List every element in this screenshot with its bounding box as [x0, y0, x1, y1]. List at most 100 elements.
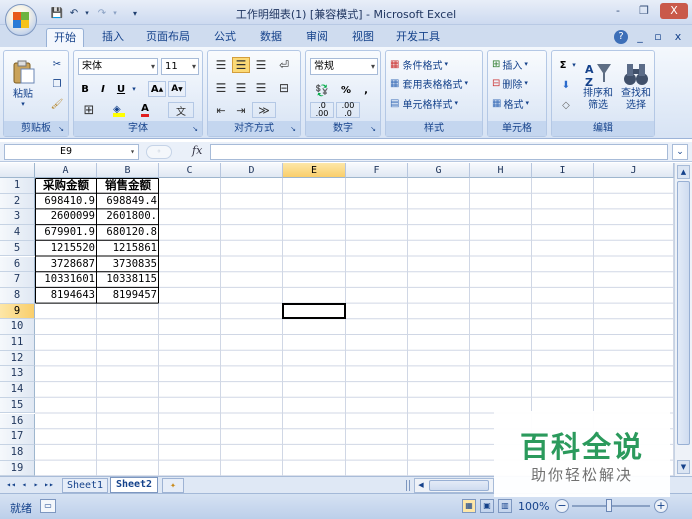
font-size-combo[interactable]: 11 ▾: [161, 58, 199, 75]
number-launcher-icon[interactable]: ↘: [368, 124, 378, 134]
row-header-16[interactable]: 16: [0, 413, 35, 430]
column-header-d[interactable]: D: [221, 163, 283, 178]
column-header-c[interactable]: C: [159, 163, 221, 178]
column-header-j[interactable]: J: [594, 163, 674, 178]
close-button[interactable]: X: [660, 3, 688, 19]
copy-icon[interactable]: ❐: [48, 76, 66, 92]
row-header-17[interactable]: 17: [0, 429, 35, 445]
page-break-view-icon[interactable]: ▥: [498, 499, 512, 513]
sheet-tab-sheet1[interactable]: Sheet1: [62, 478, 108, 493]
data-cell[interactable]: 698410.9: [35, 194, 97, 210]
data-cell[interactable]: 10331601: [35, 272, 97, 288]
decrease-decimal-button[interactable]: .00 .0: [336, 102, 360, 118]
row-header-4[interactable]: 4: [0, 225, 35, 241]
office-button[interactable]: [5, 4, 37, 36]
row-header-10[interactable]: 10: [0, 319, 35, 335]
currency-icon[interactable]: 💱: [310, 82, 334, 98]
format-as-table-button[interactable]: ▦ 套用表格格式 ▾: [390, 75, 486, 91]
column-header-i[interactable]: I: [532, 163, 594, 178]
sort-filter-button[interactable]: AZ 排序和 筛选: [580, 55, 616, 117]
merge-center-icon[interactable]: ⊟: [274, 80, 294, 96]
tab-formulas[interactable]: 公式: [208, 28, 242, 47]
page-layout-view-icon[interactable]: ▣: [480, 499, 494, 513]
row-header-2[interactable]: 2: [0, 193, 35, 210]
percent-button[interactable]: %: [338, 82, 354, 98]
data-cell[interactable]: 2601800.: [97, 209, 159, 225]
row-header-19[interactable]: 19: [0, 460, 35, 476]
tab-developer[interactable]: 开发工具: [390, 28, 446, 47]
next-sheet-icon[interactable]: ▸: [30, 478, 42, 493]
data-cell[interactable]: 8194643: [35, 288, 97, 304]
italic-button[interactable]: I: [96, 81, 110, 97]
column-header-b[interactable]: B: [97, 163, 159, 178]
cut-icon[interactable]: ✂: [48, 56, 66, 72]
row-header-5[interactable]: 5: [0, 240, 35, 257]
wrap-text-icon[interactable]: ⏎: [274, 57, 294, 73]
align-center-icon[interactable]: ☰: [232, 80, 250, 96]
tab-insert[interactable]: 插入: [94, 28, 132, 47]
conditional-format-button[interactable]: ▦ 条件格式 ▾: [390, 56, 480, 72]
tab-page-layout[interactable]: 页面布局: [140, 28, 196, 47]
data-cell[interactable]: 2600099: [35, 209, 97, 225]
data-cell[interactable]: 1215520: [35, 241, 97, 257]
prev-sheet-icon[interactable]: ◂: [18, 478, 30, 493]
zoom-level[interactable]: 100%: [518, 500, 549, 513]
first-sheet-icon[interactable]: ◂◂: [4, 478, 18, 493]
shrink-font-button[interactable]: A ▼: [168, 81, 186, 97]
row-header-11[interactable]: 11: [0, 335, 35, 351]
sheet-tab-sheet2[interactable]: Sheet2: [110, 477, 158, 493]
column-header-f[interactable]: F: [346, 163, 408, 178]
data-cell[interactable]: 10338115: [97, 272, 159, 288]
horizontal-scrollbar[interactable]: ◀: [414, 478, 494, 493]
autosum-dropdown-icon[interactable]: ▾: [570, 57, 578, 73]
row-header-6[interactable]: 6: [0, 256, 35, 273]
ribbon-close-button[interactable]: x: [672, 28, 684, 47]
orientation-icon[interactable]: ≫: [252, 102, 276, 118]
font-color-button[interactable]: A: [134, 102, 156, 118]
macro-record-icon[interactable]: ▭: [40, 499, 56, 513]
underline-dropdown-icon[interactable]: ▾: [130, 81, 138, 97]
scroll-down-icon[interactable]: ▼: [677, 460, 690, 474]
row-header-15[interactable]: 15: [0, 397, 35, 414]
data-cell[interactable]: 3730835: [97, 257, 159, 273]
expand-formula-bar-icon[interactable]: ⌄: [672, 144, 688, 160]
zoom-in-button[interactable]: +: [654, 499, 668, 513]
name-box[interactable]: E9 ▾: [4, 144, 139, 160]
phonetic-button[interactable]: 文: [168, 102, 194, 118]
underline-button[interactable]: U: [114, 81, 128, 97]
row-header-13[interactable]: 13: [0, 366, 35, 383]
formula-input[interactable]: [210, 144, 668, 160]
column-header-h[interactable]: H: [470, 163, 532, 178]
align-left-icon[interactable]: ☰: [212, 80, 230, 96]
help-icon[interactable]: ?: [614, 30, 628, 44]
alignment-launcher-icon[interactable]: ↘: [288, 124, 298, 134]
ribbon-restore-button[interactable]: ▫: [652, 28, 664, 47]
align-middle-icon[interactable]: ☰: [232, 57, 250, 73]
comma-button[interactable]: ,: [358, 82, 374, 98]
tab-home[interactable]: 开始: [46, 28, 84, 47]
ribbon-minimize-button[interactable]: _: [634, 28, 646, 47]
clear-icon[interactable]: ◇: [556, 97, 576, 113]
zoom-slider-thumb[interactable]: [606, 499, 612, 512]
column-header-e[interactable]: E: [283, 163, 346, 178]
header-cell[interactable]: 采购金额: [35, 178, 97, 194]
align-top-icon[interactable]: ☰: [212, 57, 230, 73]
normal-view-icon[interactable]: ▦: [462, 499, 476, 513]
row-header-9[interactable]: 9: [0, 303, 35, 320]
column-header-g[interactable]: G: [408, 163, 470, 178]
data-cell[interactable]: 8199457: [97, 288, 159, 304]
horizontal-scroll-thumb[interactable]: [429, 480, 489, 491]
row-header-8[interactable]: 8: [0, 287, 35, 304]
row-header-18[interactable]: 18: [0, 444, 35, 461]
cell-styles-button[interactable]: ▤ 单元格样式 ▾: [390, 95, 480, 111]
tab-split-handle[interactable]: [406, 480, 410, 491]
row-header-3[interactable]: 3: [0, 209, 35, 226]
tab-view[interactable]: 视图: [344, 28, 382, 47]
row-header-12[interactable]: 12: [0, 350, 35, 367]
delete-cells-button[interactable]: ⊟ 删除 ▾: [492, 75, 544, 91]
decrease-indent-icon[interactable]: ⇤: [212, 102, 230, 118]
fill-icon[interactable]: ⬇: [556, 77, 576, 93]
grow-font-button[interactable]: A ▲: [148, 81, 166, 97]
bold-button[interactable]: B: [78, 81, 92, 97]
data-cell[interactable]: 698849.4: [97, 194, 159, 210]
